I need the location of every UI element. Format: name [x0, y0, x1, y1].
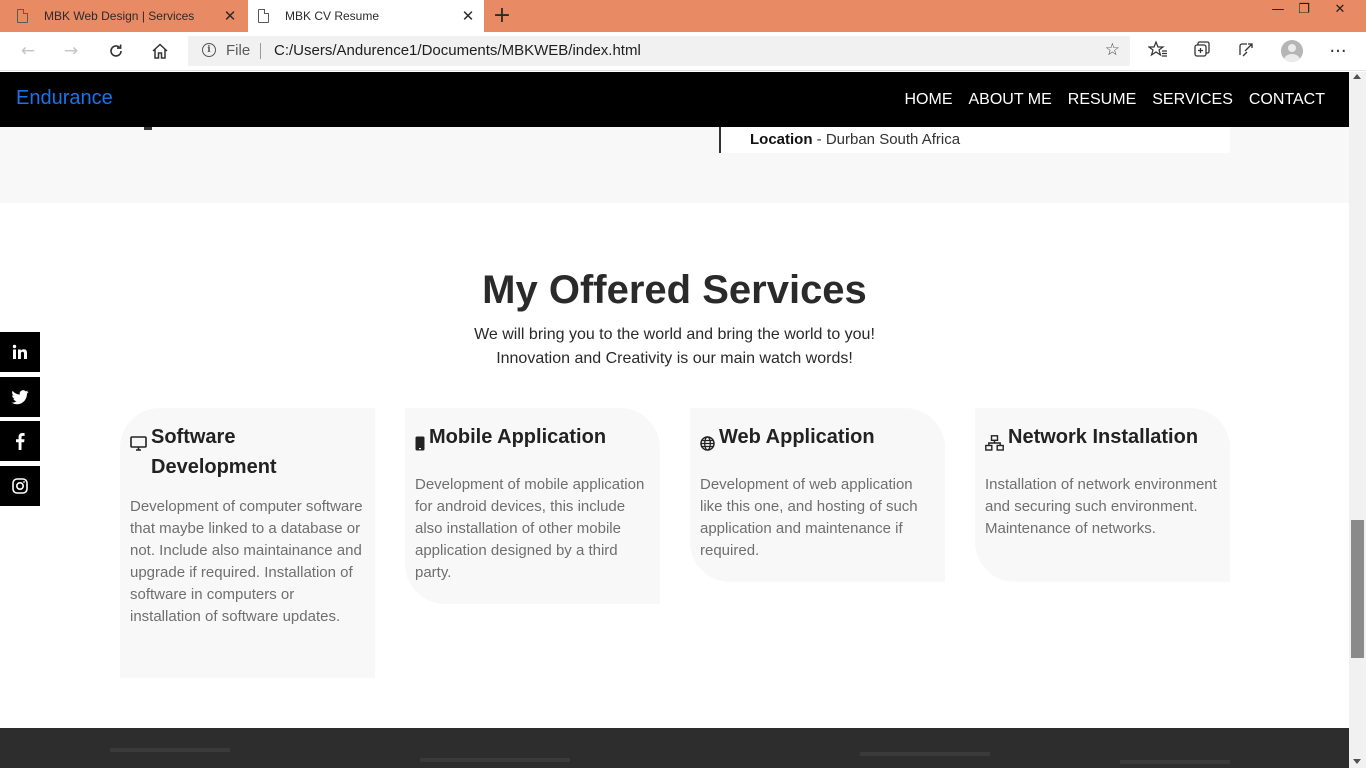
tab-title: MBK CV Resume	[285, 9, 380, 23]
address-bar[interactable]: i File C:/Users/Andurence1/Documents/MBK…	[188, 36, 1130, 66]
service-card-title-row: Mobile Application	[415, 422, 650, 460]
scroll-thumb[interactable]	[1351, 520, 1364, 658]
service-card-title-row: Network Installation	[985, 422, 1220, 460]
footer-texture	[420, 758, 570, 762]
favorites-icon[interactable]	[1146, 40, 1170, 64]
share-icon[interactable]	[1234, 40, 1258, 64]
nav-resume[interactable]: RESUME	[1068, 91, 1136, 109]
restore-button[interactable]: ❐	[1284, 0, 1324, 22]
url-text[interactable]: C:/Users/Andurence1/Documents/MBKWEB/ind…	[274, 42, 641, 59]
service-card-title: Mobile Application	[429, 426, 607, 448]
service-card-text: Installation of network environment and …	[985, 476, 1217, 537]
service-card-text: Development of web application like this…	[700, 476, 918, 559]
service-card-title: Network Installation	[1008, 426, 1199, 448]
facebook-icon[interactable]	[0, 421, 40, 461]
location-value: - Durban South Africa	[812, 131, 961, 148]
site-menu: HOME ABOUT ME RESUME SERVICES CONTACT	[905, 72, 1326, 127]
profile-avatar[interactable]	[1281, 40, 1303, 62]
site-brand[interactable]: Endurance	[16, 87, 113, 110]
site-navbar: Endurance HOME ABOUT ME RESUME SERVICES …	[0, 72, 1349, 127]
clipped-text-fragment	[144, 127, 152, 130]
services-subtitle-line1: We will bring you to the world and bring…	[474, 326, 875, 343]
service-card-software: Software Development Development of comp…	[120, 408, 375, 678]
scroll-down-arrow-icon[interactable]	[1353, 759, 1361, 764]
linkedin-icon[interactable]	[0, 332, 40, 372]
info-icon[interactable]: i	[202, 43, 216, 57]
tab-services[interactable]: MBK Web Design | Services ✕	[0, 0, 246, 32]
new-tab-button[interactable]: +	[490, 3, 514, 29]
back-icon[interactable]: ←	[14, 38, 42, 64]
mobile-icon	[415, 430, 425, 460]
location-line: Location - Durban South Africa	[750, 131, 960, 148]
more-icon[interactable]: ···	[1326, 40, 1350, 64]
tab-resume[interactable]: MBK CV Resume ✕	[248, 0, 484, 32]
instagram-icon[interactable]	[0, 466, 40, 506]
services-subtitle-line2: Innovation and Creativity is our main wa…	[496, 350, 853, 367]
collections-icon[interactable]	[1190, 40, 1214, 64]
service-card-title-row: Web Application	[700, 422, 935, 460]
network-icon	[985, 430, 1004, 460]
twitter-icon[interactable]	[0, 377, 40, 417]
favorite-star-icon[interactable]: ☆	[1105, 40, 1120, 60]
url-separator	[260, 43, 261, 59]
service-card-title: Software Development	[151, 426, 277, 478]
footer-texture	[860, 752, 990, 756]
browser-toolbar: ← → i File C:/Users/Andurence1/Documents…	[0, 32, 1366, 71]
page-scrollbar[interactable]	[1349, 72, 1366, 768]
service-card-text: Development of mobile application for an…	[415, 476, 645, 581]
nav-home[interactable]: HOME	[905, 91, 953, 109]
desktop-icon	[130, 430, 147, 460]
forward-icon[interactable]: →	[57, 38, 85, 64]
page-viewport: Location - Durban South Africa Endurance…	[0, 72, 1349, 768]
globe-icon	[700, 430, 715, 460]
services-title: My Offered Services	[482, 268, 867, 312]
nav-services[interactable]: SERVICES	[1152, 91, 1233, 109]
close-tab-icon[interactable]: ✕	[458, 7, 478, 25]
close-tab-icon[interactable]: ✕	[220, 7, 240, 25]
footer-section	[0, 728, 1349, 768]
refresh-icon[interactable]	[102, 38, 130, 64]
footer-texture	[110, 748, 230, 752]
service-card-mobile: Mobile Application Development of mobile…	[405, 408, 660, 604]
scroll-up-arrow-icon[interactable]	[1353, 74, 1361, 79]
nav-contact[interactable]: CONTACT	[1249, 91, 1325, 109]
page-icon	[17, 9, 28, 23]
footer-texture	[1120, 760, 1230, 764]
service-card-text: Development of computer software that ma…	[130, 498, 363, 625]
close-window-button[interactable]: ✕	[1320, 0, 1360, 22]
service-card-title: Web Application	[719, 426, 875, 448]
page-icon	[258, 9, 269, 23]
resume-detail-card: Location - Durban South Africa	[719, 127, 1230, 153]
home-icon[interactable]	[146, 38, 174, 64]
service-card-web: Web Application Development of web appli…	[690, 408, 945, 582]
url-scheme-label: File	[226, 42, 251, 59]
service-card-title-row: Software Development	[130, 422, 365, 482]
tab-title: MBK Web Design | Services	[44, 9, 195, 23]
browser-tab-bar: MBK Web Design | Services ✕ MBK CV Resum…	[0, 0, 1366, 32]
nav-about-me[interactable]: ABOUT ME	[969, 91, 1052, 109]
location-label: Location	[750, 131, 813, 148]
service-card-network: Network Installation Installation of net…	[975, 408, 1230, 582]
